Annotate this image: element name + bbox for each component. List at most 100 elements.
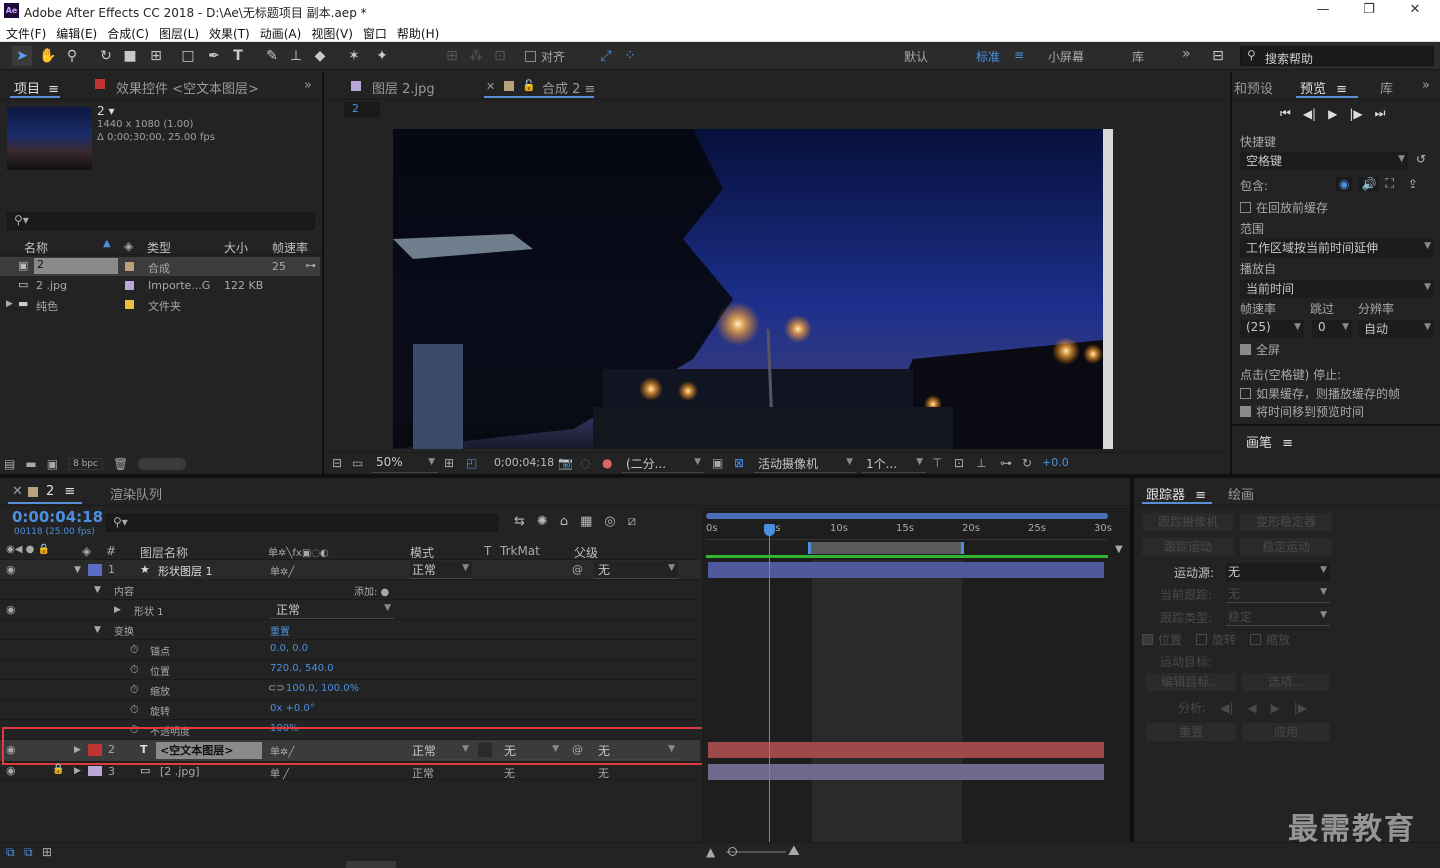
- play-cached-checkbox[interactable]: 如果缓存，则播放缓存的帧: [1240, 385, 1400, 402]
- analyze-back-one-icon[interactable]: ◀|: [1220, 701, 1233, 715]
- world-axis-icon[interactable]: ⁂: [466, 46, 486, 66]
- stopwatch-icon[interactable]: ⏱: [130, 663, 139, 677]
- expand-arrow-icon[interactable]: ▼: [74, 565, 81, 575]
- frame-blending-icon[interactable]: ▦: [580, 514, 592, 529]
- work-area-bar[interactable]: [808, 542, 964, 554]
- tab-project[interactable]: 项目 ≡: [14, 78, 59, 97]
- panel-more-icon[interactable]: »: [304, 78, 312, 93]
- stopwatch-icon[interactable]: ⏱: [130, 683, 139, 697]
- play-from-dropdown[interactable]: 当前时间 ▼: [1240, 280, 1434, 298]
- horizontal-scrollbar[interactable]: [346, 861, 396, 868]
- toggle-modes-icon[interactable]: ⧉: [24, 845, 33, 860]
- range-dropdown[interactable]: 工作区域按当前时间延伸 ▼: [1240, 239, 1434, 257]
- project-item-folder[interactable]: ▶ ▬ 纯色 文件夹: [0, 295, 320, 314]
- move-time-checkbox[interactable]: 将时间移到预览时间: [1240, 403, 1364, 420]
- export-icon[interactable]: ⇪: [1408, 177, 1418, 191]
- bpc-indicator[interactable]: 8 bpc: [68, 458, 103, 470]
- layer-label-swatch[interactable]: [88, 766, 102, 776]
- layer-switches[interactable]: 单 ╱: [270, 765, 289, 780]
- flowchart-icon[interactable]: ⊶: [305, 259, 316, 272]
- resolution-dropdown[interactable]: 自动 ▼: [1358, 320, 1434, 338]
- tab-render-queue[interactable]: 渲染队列: [110, 484, 162, 503]
- reset-transform-link[interactable]: 重置: [270, 623, 290, 638]
- comp-breadcrumb[interactable]: 2: [344, 102, 380, 118]
- menu-animation[interactable]: 动画(A): [254, 22, 306, 42]
- pick-whip-icon[interactable]: @: [572, 563, 583, 576]
- roto-brush-tool-icon[interactable]: ✶: [344, 46, 364, 66]
- comp-button-icon[interactable]: ▼: [1115, 544, 1123, 555]
- layer-name-column[interactable]: 图层名称: [140, 544, 188, 561]
- minimize-button[interactable]: —: [1300, 2, 1346, 20]
- scale-checkbox[interactable]: 缩放: [1250, 631, 1290, 648]
- eraser-tool-icon[interactable]: ◆: [310, 46, 330, 66]
- visibility-eye-icon[interactable]: ◉: [6, 603, 16, 616]
- rotate-tool-icon[interactable]: ↻: [96, 46, 116, 66]
- options-button[interactable]: 选项...: [1242, 673, 1330, 691]
- visibility-eye-icon[interactable]: ◉: [6, 563, 16, 576]
- tab-preview[interactable]: 预览 ≡: [1300, 78, 1347, 97]
- display-icon[interactable]: ▭: [352, 456, 363, 470]
- interpret-footage-icon[interactable]: ▤: [4, 457, 15, 471]
- workspace-libraries[interactable]: 库: [1132, 48, 1144, 65]
- tab-paint[interactable]: 绘画: [1228, 484, 1254, 503]
- local-axis-icon[interactable]: ⊞: [442, 46, 462, 66]
- property-row[interactable]: ⏱ 旋转 0x +0.0°: [0, 700, 700, 720]
- previous-frame-icon[interactable]: ◀|: [1303, 107, 1316, 121]
- layer-row-shape[interactable]: ◉ ▼ 1 ★ 形状图层 1 单✲╱ 正常 ▼ @ 无 ▼: [0, 560, 700, 580]
- reset-shortcut-icon[interactable]: ↺: [1416, 152, 1426, 166]
- menu-help[interactable]: 帮助(H): [391, 22, 443, 42]
- safe-zones-icon[interactable]: ⊞: [444, 456, 454, 470]
- menu-layer[interactable]: 图层(L): [153, 22, 203, 42]
- reset-exposure-icon[interactable]: ↻: [1022, 456, 1032, 470]
- layer-bar-text[interactable]: [708, 742, 1104, 758]
- magnification-icon[interactable]: ⊟: [332, 456, 342, 470]
- tab-layer[interactable]: 图层 2.jpg: [372, 78, 435, 97]
- property-row[interactable]: ⏱ 缩放 ⊂⊃ 100.0, 100.0%: [0, 680, 700, 700]
- menu-file[interactable]: 文件(F): [0, 22, 50, 42]
- pan-behind-tool-icon[interactable]: ⊞: [146, 46, 166, 66]
- camera-dropdown[interactable]: 活动摄像机 ▼: [754, 455, 856, 473]
- zoom-tool-icon[interactable]: ⚲: [62, 46, 82, 66]
- menu-effect[interactable]: 效果(T): [203, 22, 254, 42]
- add-menu[interactable]: 添加: ●: [354, 583, 389, 598]
- menu-window[interactable]: 窗口: [357, 22, 391, 42]
- layer-label-swatch[interactable]: [88, 564, 102, 576]
- resolution-dropdown[interactable]: (二分... ▼: [622, 455, 704, 473]
- workspace-default[interactable]: 默认: [904, 48, 928, 65]
- channel-icon[interactable]: ●: [602, 456, 612, 470]
- workspace-more-icon[interactable]: »: [1182, 46, 1191, 62]
- track-type-dropdown[interactable]: 稳定 ▼: [1226, 608, 1330, 626]
- workspace-standard[interactable]: 标准: [976, 48, 1000, 65]
- sort-asc-icon[interactable]: ▲: [103, 238, 111, 249]
- fullscreen-checkbox[interactable]: 全屏: [1240, 341, 1280, 358]
- stabilize-motion-button[interactable]: 稳定运动: [1240, 538, 1332, 556]
- layer-name[interactable]: 形状图层 1: [158, 563, 213, 579]
- motion-blur-icon[interactable]: ◎: [604, 514, 615, 529]
- new-folder-icon[interactable]: ▬: [25, 457, 36, 471]
- time-navigator[interactable]: [706, 513, 1108, 519]
- workspace-menu-icon[interactable]: ≡: [1014, 48, 1024, 62]
- transform-row[interactable]: ▼ 变换 重置: [0, 620, 700, 640]
- constrain-link-icon[interactable]: ⊂⊃: [268, 683, 285, 694]
- graph-editor-icon[interactable]: ⧄: [628, 514, 636, 529]
- track-motion-button[interactable]: 跟踪运动: [1142, 538, 1234, 556]
- toggle-in-out-icon[interactable]: ⊞: [42, 845, 52, 859]
- layer-switches[interactable]: 单✲╱: [270, 563, 294, 578]
- timeline-graph-area[interactable]: 0s 5s 10s 15s 20s 25s 30s ▼: [702, 508, 1130, 842]
- viewer-timecode[interactable]: 0;00;04;18: [494, 456, 554, 469]
- close-tab-icon[interactable]: ✕: [486, 80, 495, 93]
- expand-arrow-icon[interactable]: ▶: [74, 766, 81, 776]
- property-row[interactable]: ⏱ 锚点 0.0, 0.0: [0, 640, 700, 660]
- analyze-backward-icon[interactable]: ◀: [1247, 701, 1256, 715]
- lock-icon[interactable]: 🔒: [52, 764, 64, 775]
- play-icon[interactable]: ▶: [1328, 107, 1337, 121]
- expand-arrow-icon[interactable]: ▼: [94, 625, 101, 635]
- toggle-switches-icon[interactable]: ⧉: [6, 845, 15, 860]
- brush-tool-icon[interactable]: ✎: [262, 46, 282, 66]
- include-video-icon[interactable]: ◉: [1336, 176, 1353, 191]
- workspace-small-screen[interactable]: 小屏幕: [1048, 48, 1084, 65]
- zoom-slider-handle[interactable]: [728, 847, 737, 856]
- shape-group-row[interactable]: ◉ ▶ 形状 1 正常 ▼: [0, 600, 700, 620]
- analyze-forward-icon[interactable]: ▶: [1271, 701, 1280, 715]
- shy-layers-icon[interactable]: ⌂: [560, 514, 568, 529]
